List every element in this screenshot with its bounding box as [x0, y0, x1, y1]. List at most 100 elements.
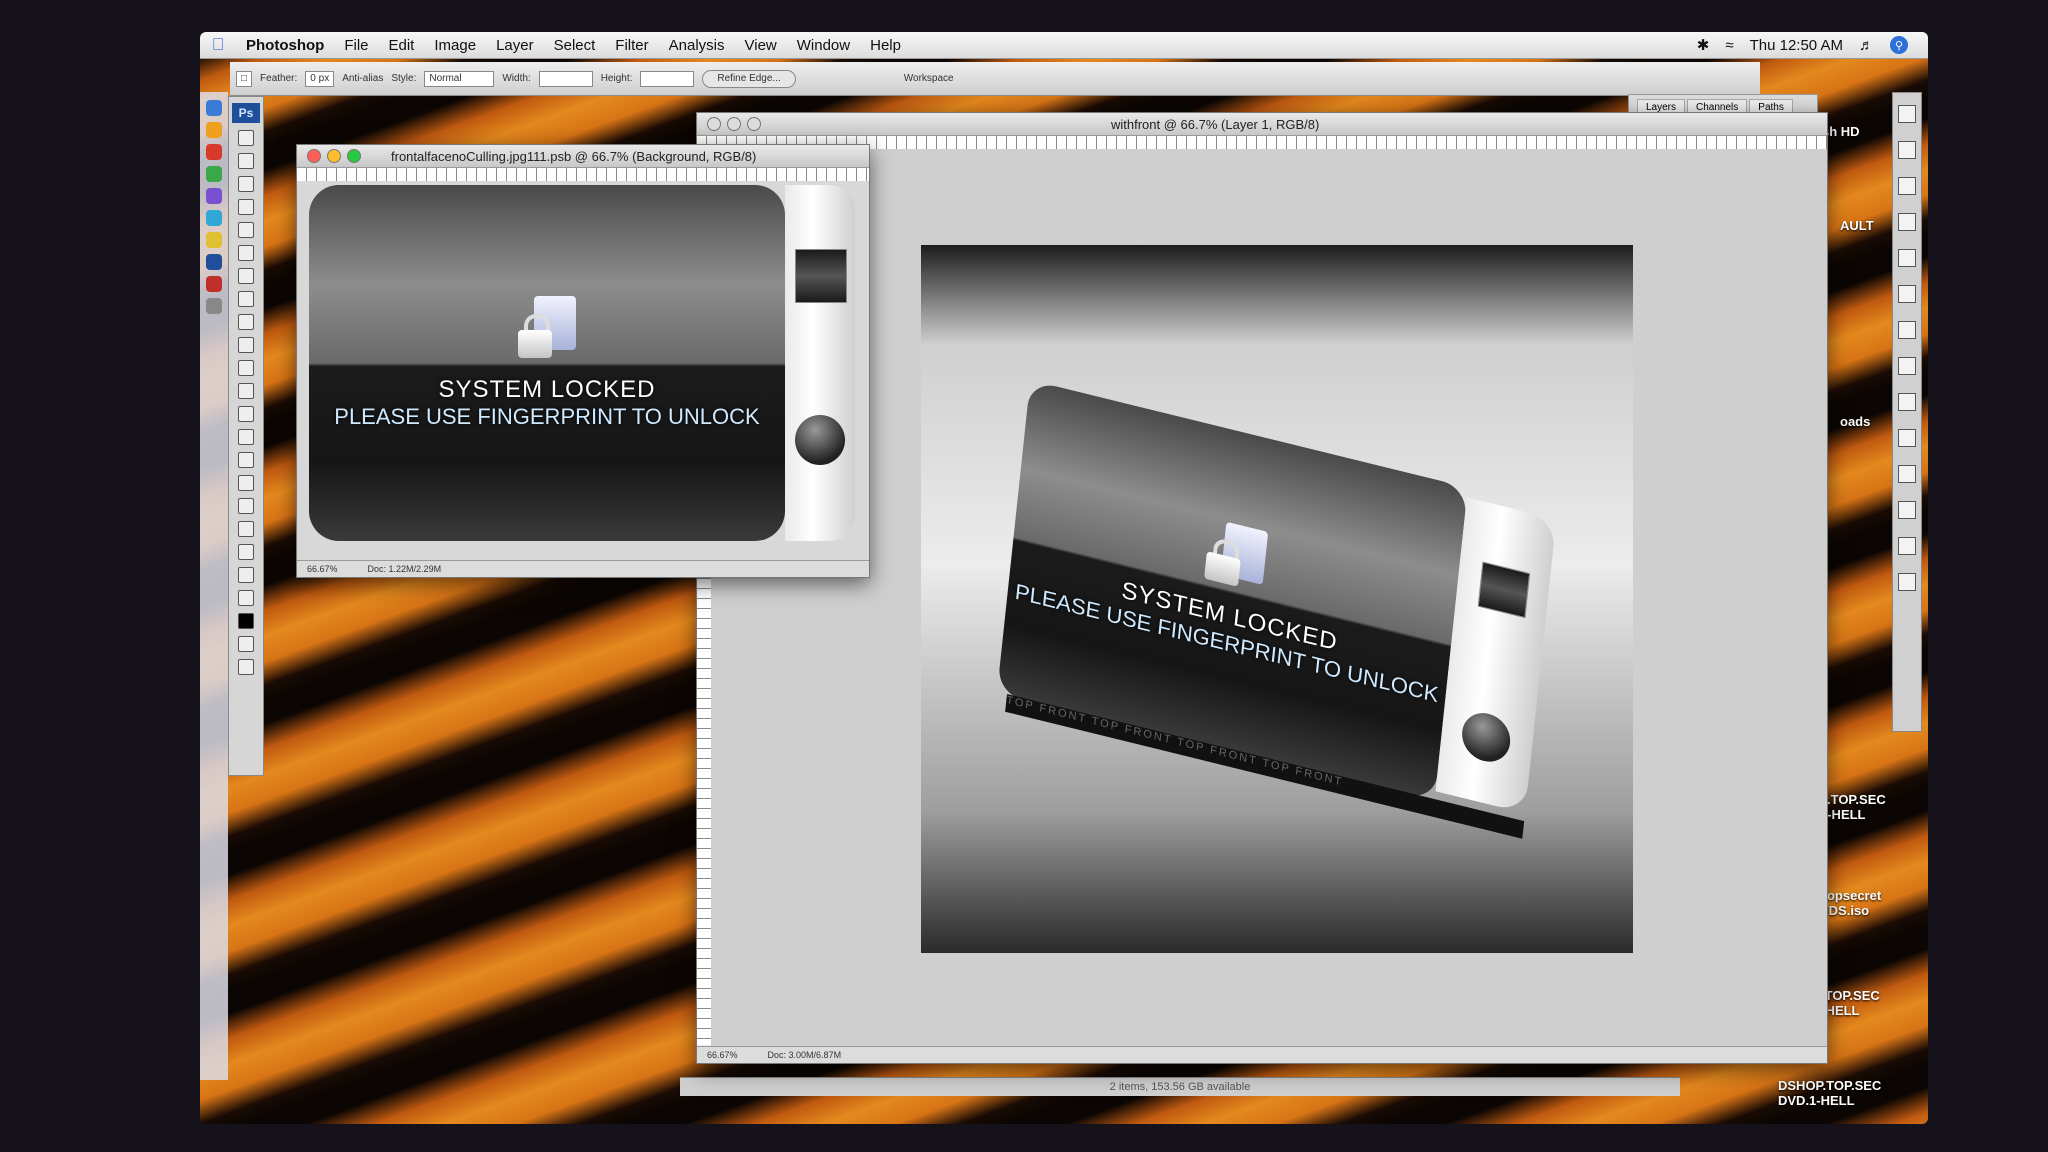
device-slot: [795, 249, 847, 303]
document-window-frontalface[interactable]: frontalfacenoCulling.jpg111.psb @ 66.7% …: [296, 144, 870, 578]
styles-panel-icon[interactable]: [1898, 573, 1916, 591]
clone-source-icon[interactable]: [1898, 249, 1916, 267]
menu-file[interactable]: File: [334, 37, 378, 54]
app-icon[interactable]: [206, 144, 222, 160]
close-icon[interactable]: [707, 117, 721, 131]
brush-tool-icon[interactable]: [238, 291, 254, 307]
layer-comps-icon[interactable]: [1898, 357, 1916, 375]
doc-size[interactable]: Doc: 3.00M/6.87M: [768, 1050, 842, 1060]
window-titlebar[interactable]: frontalfacenoCulling.jpg111.psb @ 66.7% …: [297, 145, 869, 168]
marquee-tool-icon[interactable]: [238, 153, 254, 169]
app-icon[interactable]: [206, 232, 222, 248]
app-icon[interactable]: [206, 276, 222, 292]
desktop-item[interactable]: Topsecret VDS.iso: [1820, 888, 1881, 918]
app-icon[interactable]: [206, 122, 222, 138]
blur-tool-icon[interactable]: [238, 406, 254, 422]
menu-bar:  Photoshop File Edit Image Layer Select…: [200, 32, 1928, 59]
apple-icon[interactable]: : [200, 35, 236, 55]
photoshop-dock-icon[interactable]: [206, 254, 222, 270]
style-label: Style:: [391, 73, 417, 84]
trash-icon[interactable]: [206, 298, 222, 314]
marquee-tool-icon[interactable]: □: [236, 70, 253, 87]
notes-tool-icon[interactable]: [238, 544, 254, 560]
close-icon[interactable]: [307, 149, 321, 163]
volume-icon[interactable]: ♬: [1859, 37, 1874, 54]
gradient-tool-icon[interactable]: [238, 383, 254, 399]
zoom-level[interactable]: 66.67%: [307, 564, 338, 574]
lockscreen-flat: SYSTEM LOCKED PLEASE USE FINGERPRINT TO …: [309, 185, 785, 541]
swatches-panel-icon[interactable]: [1898, 537, 1916, 555]
menu-window[interactable]: Window: [787, 37, 860, 54]
zoom-icon[interactable]: [747, 117, 761, 131]
canvas-area[interactable]: SYSTEM LOCKED PLEASE USE FINGERPRINT TO …: [711, 149, 1827, 1047]
feather-input[interactable]: 0 px: [305, 70, 335, 87]
canvas-area[interactable]: SYSTEM LOCKED PLEASE USE FINGERPRINT TO …: [297, 181, 869, 561]
minimize-icon[interactable]: [327, 149, 341, 163]
wifi-icon[interactable]: ≈: [1725, 37, 1733, 54]
desktop-item[interactable]: DSHOP.TOP.SEC DVD.1-HELL: [1778, 1078, 1881, 1108]
tools-presets-icon[interactable]: [1898, 177, 1916, 195]
app-icon[interactable]: [206, 166, 222, 182]
hand-tool-icon[interactable]: [238, 567, 254, 583]
window-title: frontalfacenoCulling.jpg111.psb @ 66.7% …: [391, 148, 757, 164]
eraser-tool-icon[interactable]: [238, 360, 254, 376]
brushes-panel-icon[interactable]: [1898, 213, 1916, 231]
history-brush-tool-icon[interactable]: [238, 337, 254, 353]
pen-tool-icon[interactable]: [238, 452, 254, 468]
histogram-panel-icon[interactable]: [1898, 429, 1916, 447]
menu-filter[interactable]: Filter: [605, 37, 658, 54]
height-input[interactable]: [640, 70, 695, 87]
move-tool-icon[interactable]: [238, 130, 254, 146]
character-panel-icon[interactable]: [1898, 285, 1916, 303]
width-input[interactable]: [538, 70, 593, 87]
shape-tool-icon[interactable]: [238, 521, 254, 537]
window-titlebar[interactable]: withfront @ 66.7% (Layer 1, RGB/8): [697, 113, 1827, 136]
bluetooth-icon[interactable]: ✱: [1697, 36, 1710, 54]
menu-edit[interactable]: Edit: [379, 37, 425, 54]
antialias-checkbox[interactable]: Anti-alias: [342, 73, 383, 84]
crop-tool-icon[interactable]: [238, 222, 254, 238]
zoom-level[interactable]: 66.67%: [707, 1050, 738, 1060]
paragraph-panel-icon[interactable]: [1898, 321, 1916, 339]
image-canvas[interactable]: SYSTEM LOCKED PLEASE USE FINGERPRINT TO …: [921, 245, 1633, 953]
info-panel-icon[interactable]: [1898, 501, 1916, 519]
desktop-item[interactable]: P.TOP.SEC 3-HELL: [1820, 792, 1886, 822]
zoom-icon[interactable]: [347, 149, 361, 163]
menu-image[interactable]: Image: [424, 37, 486, 54]
finder-icon[interactable]: [206, 100, 222, 116]
menu-app-name[interactable]: Photoshop: [236, 37, 334, 54]
dodge-tool-icon[interactable]: [238, 429, 254, 445]
path-select-tool-icon[interactable]: [238, 498, 254, 514]
menu-layer[interactable]: Layer: [486, 37, 544, 54]
refine-edge-button[interactable]: Refine Edge...: [702, 69, 796, 88]
eyedropper-tool-icon[interactable]: [238, 245, 254, 261]
magic-wand-tool-icon[interactable]: [238, 199, 254, 215]
zoom-tool-icon[interactable]: [238, 590, 254, 606]
menu-help[interactable]: Help: [860, 37, 911, 54]
minimize-icon[interactable]: [727, 117, 741, 131]
lock-title: SYSTEM LOCKED: [438, 376, 656, 403]
workspace-menu[interactable]: Workspace: [904, 73, 954, 84]
navigator-panel-icon[interactable]: [1898, 393, 1916, 411]
lasso-tool-icon[interactable]: [238, 176, 254, 192]
spotlight-icon[interactable]: ⚲: [1890, 36, 1908, 54]
doc-size[interactable]: Doc: 1.22M/2.29M: [368, 564, 442, 574]
history-panel-icon[interactable]: [1898, 105, 1916, 123]
actions-panel-icon[interactable]: [1898, 141, 1916, 159]
stamp-tool-icon[interactable]: [238, 314, 254, 330]
menu-analysis[interactable]: Analysis: [659, 37, 735, 54]
color-swatch-icon[interactable]: [238, 613, 254, 629]
healing-tool-icon[interactable]: [238, 268, 254, 284]
color-panel-icon[interactable]: [1898, 465, 1916, 483]
desktop-item[interactable]: AULT: [1840, 218, 1874, 233]
app-icon[interactable]: [206, 210, 222, 226]
app-icon[interactable]: [206, 188, 222, 204]
menu-clock[interactable]: Thu 12:50 AM: [1750, 37, 1843, 54]
type-tool-icon[interactable]: [238, 475, 254, 491]
menu-select[interactable]: Select: [544, 37, 606, 54]
style-select[interactable]: Normal: [424, 70, 495, 87]
quick-mask-icon[interactable]: [238, 636, 254, 652]
menu-view[interactable]: View: [735, 37, 787, 54]
desktop-item[interactable]: oads: [1840, 414, 1870, 429]
screen-mode-icon[interactable]: [238, 659, 254, 675]
